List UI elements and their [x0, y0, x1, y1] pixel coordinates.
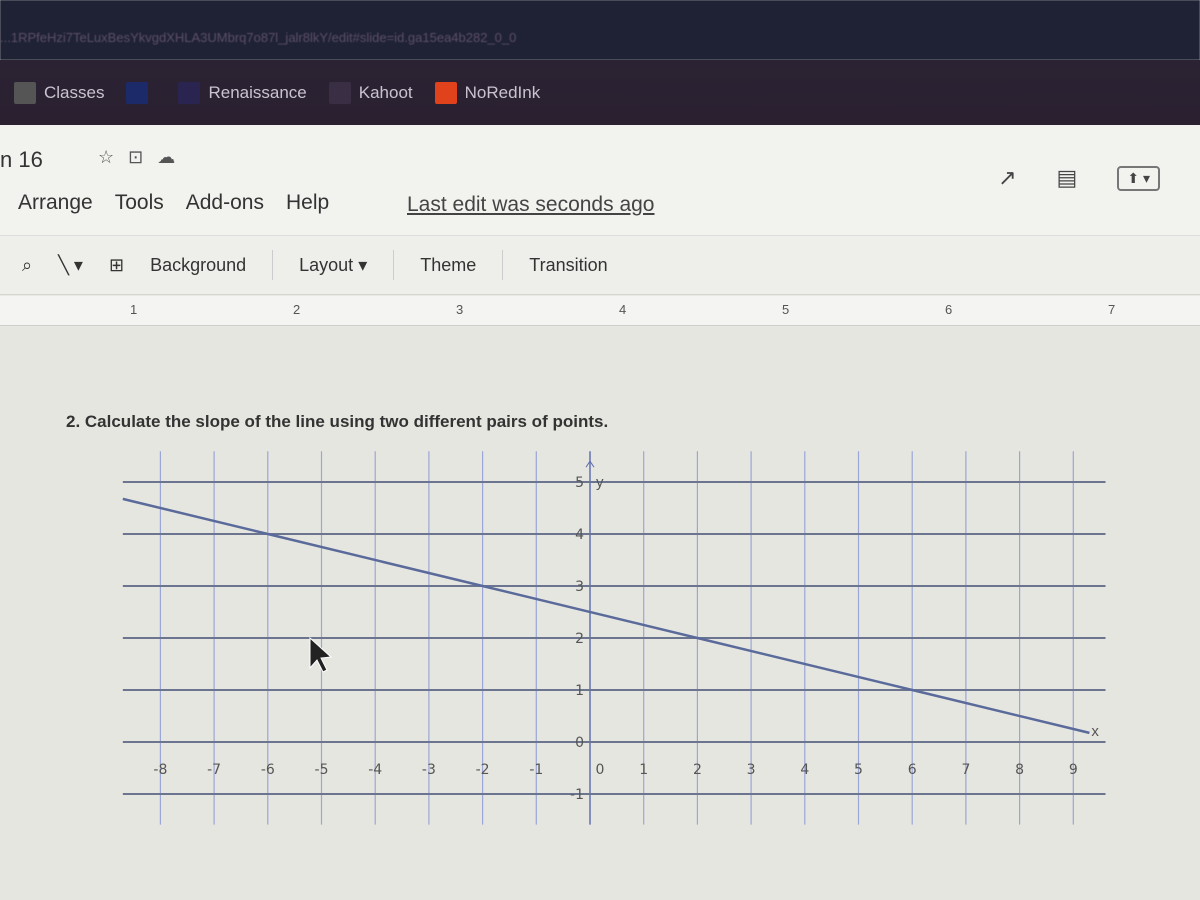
x-tick-label: 8 [1015, 762, 1024, 778]
x-tick-label: -3 [422, 762, 436, 778]
y-axis-label: y [596, 474, 604, 491]
x-tick-label: -8 [153, 762, 167, 778]
x-tick-label: 7 [961, 762, 970, 778]
y-tick-label: -1 [570, 787, 584, 803]
x-tick-label: -6 [261, 762, 275, 778]
x-tick-label: 1 [639, 762, 648, 778]
x-tick-label: -2 [476, 762, 490, 778]
coordinate-graph: -8 -7 -6 -5 -4 -3 -2 -1 0 1 2 3 4 5 6 7 8 9 5 4 3 2 1 0 -1 y x [122, 451, 1106, 825]
x-tick-label: 2 [693, 762, 702, 778]
x-tick-label: -7 [207, 762, 221, 778]
mouse-cursor-icon [309, 636, 333, 673]
y-tick-label: 4 [575, 527, 584, 543]
y-tick-label: 5 [575, 475, 584, 491]
x-tick-label: -4 [368, 762, 382, 778]
x-tick-label: 9 [1069, 762, 1078, 778]
x-tick-label: -1 [529, 762, 543, 778]
x-tick-label: -5 [315, 762, 329, 778]
y-tick-label: 0 [575, 735, 584, 751]
x-tick-label: 3 [747, 762, 756, 778]
x-axis-label: x [1091, 723, 1099, 740]
y-tick-label: 1 [575, 683, 584, 699]
x-tick-label: 6 [908, 762, 917, 778]
x-tick-label: 0 [596, 762, 605, 778]
y-tick-label: 3 [575, 579, 584, 595]
y-tick-label: 2 [575, 631, 584, 647]
x-tick-label: 4 [800, 762, 809, 778]
x-tick-label: 5 [854, 762, 863, 778]
